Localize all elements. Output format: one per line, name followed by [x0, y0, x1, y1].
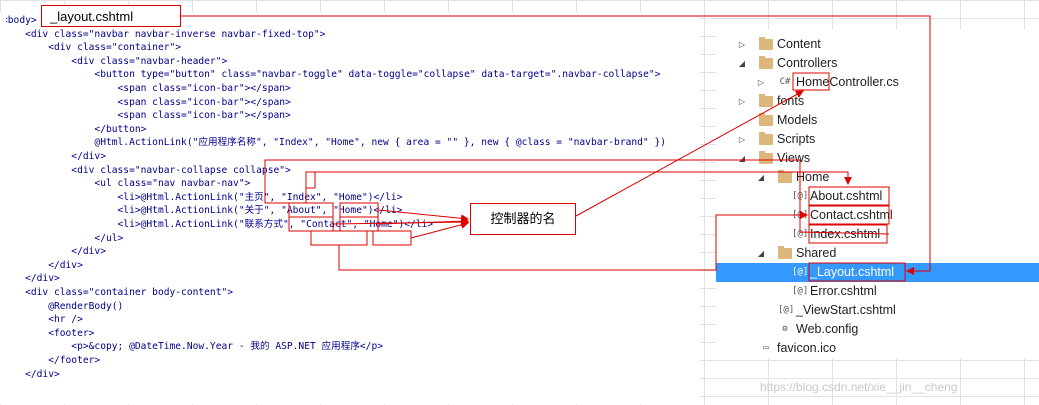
home-highlight-1 [339, 202, 379, 218]
contact-highlight [310, 230, 368, 246]
index-highlight-1 [288, 202, 334, 218]
home-highlight-3 [372, 230, 412, 246]
contact-file-highlight [808, 205, 890, 225]
home-controller-highlight [792, 72, 830, 91]
about-file-highlight [808, 186, 890, 206]
annotation-arrows [181, 15, 931, 282]
about-highlight [288, 216, 334, 232]
layout-file-highlight [808, 262, 906, 282]
